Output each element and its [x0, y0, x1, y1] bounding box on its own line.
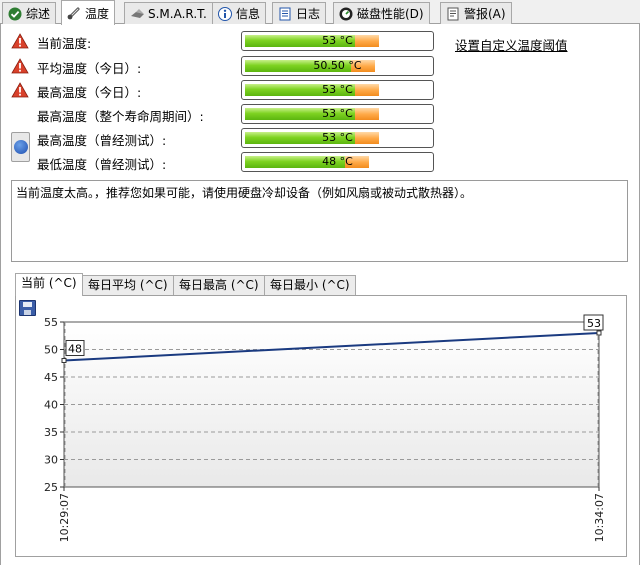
custom-threshold-link[interactable]: 设置自定义温度阈值	[455, 35, 568, 54]
tab-alerts-label: 警报(A)	[464, 7, 506, 21]
smart-icon	[130, 7, 144, 21]
y-tick-label: 50	[44, 344, 58, 357]
min-tested-temp-bar: 48 °C	[241, 152, 434, 172]
save-icon[interactable]	[19, 300, 36, 316]
tab-daily-max-label: 每日最高 (^C)	[179, 278, 259, 292]
disk-performance-icon	[339, 7, 353, 21]
tab-temperature-label: 温度	[85, 6, 110, 21]
tab-log[interactable]: 日志	[272, 2, 327, 24]
data-point	[61, 358, 67, 363]
tab-temperature[interactable]: 温度	[61, 0, 116, 25]
y-tick-label: 55	[44, 316, 58, 329]
info-icon	[218, 6, 232, 21]
tab-smart-label: S.M.A.R.T.	[148, 6, 207, 21]
end-value-label: 53	[587, 317, 601, 330]
current-temp-bar: 53 °C	[241, 31, 434, 51]
max-today-temp-value: 53 °C	[322, 83, 353, 96]
chart-tab-strip: 当前 (^C) 每日平均 (^C) 每日最高 (^C) 每日最小 (^C)	[15, 273, 635, 296]
warning-icon	[11, 33, 29, 49]
tab-disk-performance-label: 磁盘性能(D)	[357, 7, 424, 21]
max-today-temp-bar: 53 °C	[241, 80, 434, 100]
tab-daily-min-label: 每日最小 (^C)	[270, 278, 350, 292]
tab-daily-max[interactable]: 每日最高 (^C)	[173, 275, 265, 296]
y-tick-label: 40	[44, 399, 58, 412]
warning-icon	[11, 82, 29, 98]
average-temp-label: 平均温度（今日）:	[37, 61, 142, 76]
tab-log-label: 日志	[296, 7, 321, 21]
y-tick-label: 25	[44, 481, 58, 494]
max-tested-temp-value: 53 °C	[322, 131, 353, 144]
y-tick-label: 45	[44, 371, 58, 384]
advice-message-box[interactable]: 当前温度太高。，推荐您如果可能，请使用硬盘冷却设备（例如风扇或被动式散热器）。	[11, 180, 628, 262]
min-tested-temp-value: 48 °C	[322, 155, 353, 168]
temperature-panel: 当前温度: 53 °C 平均温度（今日）: 50.50 °C 最高温度（今日）:…	[0, 24, 640, 565]
temperature-row: 平均温度（今日）: 50.50 °C	[1, 55, 640, 77]
average-temp-value: 50.50 °C	[313, 59, 362, 72]
max-today-temp-label: 最高温度（今日）:	[37, 85, 142, 100]
thermometer-icon	[67, 6, 81, 20]
y-tick-label: 30	[44, 454, 58, 467]
tab-info-label: 信息	[236, 7, 261, 21]
tab-strip: 综述 温度 S.M.A.R.T. 信息 日志 磁盘性能(D) 警报(A)	[0, 0, 640, 25]
max-tested-temp-bar: 53 °C	[241, 128, 434, 148]
advice-message: 当前温度太高。，推荐您如果可能，请使用硬盘冷却设备（例如风扇或被动式散热器）。	[16, 186, 473, 200]
tab-alerts[interactable]: 警报(A)	[440, 2, 512, 24]
max-lifetime-temp-value: 53 °C	[322, 107, 353, 120]
temperature-chart: 25 30 35 40 45 50 55 10:29:07 10:34:07 48 53	[44, 314, 606, 542]
warning-icon	[11, 58, 29, 74]
reset-icon	[14, 140, 28, 154]
temperature-row: 最高温度（整个寿命周期间）: 53 °C	[1, 103, 640, 125]
x-tick-label: 10:34:07	[593, 493, 606, 542]
tab-current-label: 当前 (^C)	[21, 276, 77, 290]
current-temp-label: 当前温度:	[37, 36, 92, 51]
check-icon	[8, 7, 22, 21]
tab-disk-performance[interactable]: 磁盘性能(D)	[333, 2, 430, 24]
temperature-row: 最高温度（今日）: 53 °C	[1, 79, 640, 101]
tab-daily-min[interactable]: 每日最小 (^C)	[264, 275, 356, 296]
tab-info[interactable]: 信息	[212, 2, 267, 24]
chart-frame: 25 30 35 40 45 50 55 10:29:07 10:34:07 48 53	[15, 295, 627, 557]
min-tested-temp-label: 最低温度（曾经测试）:	[37, 157, 167, 172]
x-axis: 10:29:07 10:34:07	[58, 487, 606, 542]
tab-current[interactable]: 当前 (^C)	[15, 273, 83, 296]
max-lifetime-temp-label: 最高温度（整个寿命周期间）:	[37, 109, 204, 124]
y-axis: 25 30 35 40 45 50 55	[44, 316, 64, 494]
tab-smart[interactable]: S.M.A.R.T.	[124, 2, 213, 24]
average-temp-bar: 50.50 °C	[241, 56, 434, 76]
temperature-row: 最高温度（曾经测试）: 53 °C	[1, 127, 640, 149]
temperature-row: 最低温度（曾经测试）: 48 °C	[1, 151, 640, 173]
tab-daily-average-label: 每日平均 (^C)	[88, 278, 168, 292]
start-value-label: 48	[68, 343, 82, 356]
reset-button[interactable]	[11, 132, 30, 162]
tab-overview[interactable]: 综述	[2, 2, 57, 24]
max-lifetime-temp-bar: 53 °C	[241, 104, 434, 124]
current-temp-value: 53 °C	[322, 34, 353, 47]
data-point	[596, 330, 602, 336]
alert-icon	[446, 7, 460, 21]
log-icon	[278, 7, 292, 21]
tab-overview-label: 综述	[26, 7, 51, 21]
max-tested-temp-label: 最高温度（曾经测试）:	[37, 133, 167, 148]
y-tick-label: 35	[44, 426, 58, 439]
x-tick-label: 10:29:07	[58, 493, 71, 542]
tab-daily-average[interactable]: 每日平均 (^C)	[82, 275, 174, 296]
